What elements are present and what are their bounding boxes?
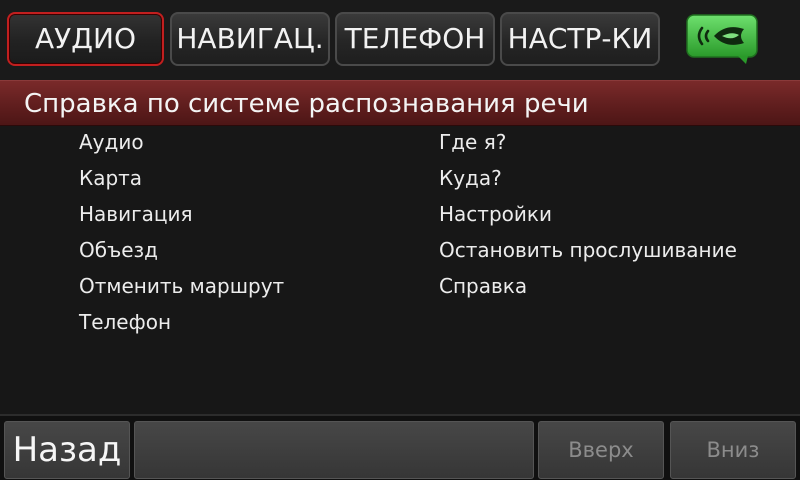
voice-recognition-icon (686, 14, 758, 64)
voice-help-screen: АУДИО НАВИГАЦ. ТЕЛЕФОН НАСТР-КИ Справка … (0, 0, 800, 480)
bottom-bar: Назад Вверх Вниз (0, 414, 800, 480)
command-item-stop-listening[interactable]: Остановить прослушивание (439, 233, 789, 269)
command-list-left: Аудио Карта Навигация Объезд Отменить ма… (79, 125, 409, 341)
command-item-navigation[interactable]: Навигация (79, 197, 409, 233)
command-item-phone[interactable]: Телефон (79, 305, 409, 341)
command-item-cancel-route[interactable]: Отменить маршрут (79, 269, 409, 305)
tab-navigation[interactable]: НАВИГАЦ. (170, 12, 330, 66)
tab-settings[interactable]: НАСТР-КИ (500, 12, 660, 66)
command-item-settings[interactable]: Настройки (439, 197, 789, 233)
voice-recognition-button[interactable] (686, 14, 758, 64)
empty-button-area (134, 421, 534, 479)
tab-audio[interactable]: АУДИО (7, 12, 164, 66)
command-item-detour[interactable]: Объезд (79, 233, 409, 269)
command-item-map[interactable]: Карта (79, 161, 409, 197)
command-item-where-to[interactable]: Куда? (439, 161, 789, 197)
command-item-audio[interactable]: Аудио (79, 125, 409, 161)
tab-phone[interactable]: ТЕЛЕФОН (335, 12, 495, 66)
scroll-up-button[interactable]: Вверх (538, 421, 664, 479)
scroll-down-button[interactable]: Вниз (670, 421, 796, 479)
top-tab-bar: АУДИО НАВИГАЦ. ТЕЛЕФОН НАСТР-КИ (0, 0, 800, 80)
command-item-help[interactable]: Справка (439, 269, 789, 305)
command-item-where-am-i[interactable]: Где я? (439, 125, 789, 161)
page-header: Справка по системе распознавания речи (0, 80, 800, 126)
back-button[interactable]: Назад (4, 421, 130, 479)
command-list-right: Где я? Куда? Настройки Остановить прослу… (439, 125, 789, 305)
page-title: Справка по системе распознавания речи (24, 89, 589, 119)
